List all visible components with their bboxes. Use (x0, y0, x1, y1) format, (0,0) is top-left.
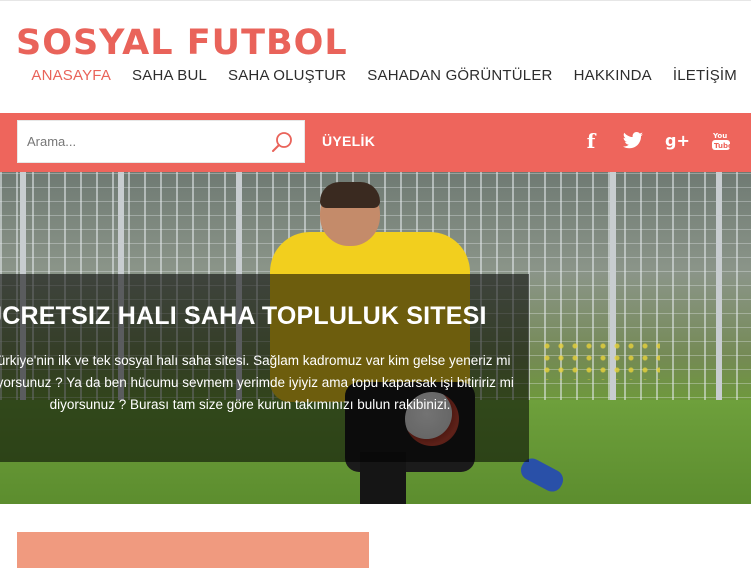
hero-title: ÜCRETSIZ HALI SAHA TOPLULUK SITESI (0, 302, 487, 330)
social-links: f g+ You Tube (581, 129, 733, 153)
svg-text:You: You (712, 132, 727, 140)
search-icon[interactable] (271, 130, 295, 154)
hero-caption: ÜCRETSIZ HALI SAHA TOPLULUK SITESI Türki… (0, 274, 529, 462)
google-plus-icon[interactable]: g+ (665, 129, 690, 153)
site-logo[interactable]: SOSYAL FUTBOL (16, 23, 348, 63)
hero-description: Türkiye'nin ilk ve tek sosyal halı saha … (0, 350, 525, 416)
player-hair (320, 182, 380, 208)
top-bar: ÜYELİK f g+ You Tube (0, 113, 751, 172)
nav-item-sahadan-goruntuler[interactable]: SAHADAN GÖRÜNTÜLER (367, 67, 552, 84)
facebook-icon[interactable]: f (581, 129, 601, 153)
svg-text:Tube: Tube (714, 142, 731, 150)
flowers (540, 340, 660, 380)
nav-item-anasayfa[interactable]: ANASAYFA (31, 67, 111, 84)
hero-banner: ÜCRETSIZ HALI SAHA TOPLULUK SITESI Türki… (0, 172, 751, 504)
youtube-icon[interactable]: You Tube (711, 129, 733, 153)
nav-item-saha-bul[interactable]: SAHA BUL (132, 67, 207, 84)
membership-link[interactable]: ÜYELİK (322, 133, 375, 149)
hero-line: diyorsunuz ? Ya da ben hücumu sevmem yer… (0, 375, 514, 390)
hero-line: Türkiye'nin ilk ve tek sosyal halı saha … (0, 353, 511, 368)
hero-line: diyorsunuz ? Burası tam size göre kurun … (49, 397, 451, 412)
fence-post (716, 172, 722, 412)
nav-item-hakkinda[interactable]: HAKKINDA (574, 67, 652, 84)
search-input[interactable] (18, 121, 268, 162)
nav-item-saha-olustur[interactable]: SAHA OLUŞTUR (228, 67, 346, 84)
site-header: SOSYAL FUTBOL ANASAYFA SAHA BUL SAHA OLU… (0, 0, 751, 113)
content-card (17, 532, 369, 568)
search-box (17, 120, 305, 163)
twitter-icon[interactable] (623, 129, 643, 153)
nav-item-iletisim[interactable]: İLETİŞİM (673, 67, 737, 84)
main-nav: ANASAYFA SAHA BUL SAHA OLUŞTUR SAHADAN G… (31, 67, 737, 84)
